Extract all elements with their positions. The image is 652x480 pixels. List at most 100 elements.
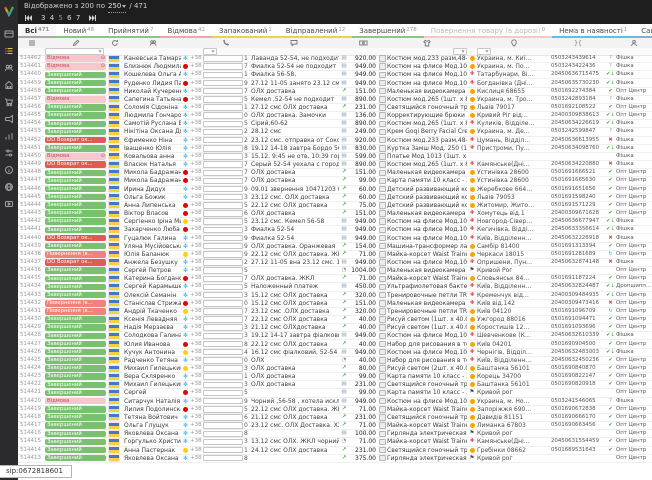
order-comment[interactable]: ОЛХ доставка <box>249 210 339 217</box>
phone-input[interactable] <box>203 439 243 446</box>
order-status-badge[interactable]: Завершений <box>45 210 106 217</box>
delivery-region[interactable]: Самбір 81400 <box>477 243 551 250</box>
delivery-region[interactable]: Київ, Відділенн… <box>477 357 551 364</box>
last-page-button[interactable] <box>88 14 97 22</box>
order-comment[interactable]: 21.12 смс ОЛХдоставка <box>249 324 339 331</box>
order-comment[interactable]: 16.12 смс фіалковий, 52-54 <box>249 349 339 356</box>
customer-name[interactable]: Вера Скляренко <box>124 373 181 380</box>
order-id[interactable]: 514437 <box>18 259 45 266</box>
phone-input[interactable] <box>203 96 243 103</box>
order-id[interactable]: 514418 <box>18 414 45 421</box>
order-id[interactable]: 514428 <box>18 332 45 339</box>
delivery-region[interactable]: Кривой рог <box>477 389 551 396</box>
order-id[interactable]: 514455 <box>18 112 45 119</box>
ttn-number[interactable]: 0503242893184 <box>551 96 605 103</box>
order-status-badge[interactable]: DO Возврат ок... <box>45 161 106 168</box>
order-row[interactable]: 514444 Завершений Анна Липенська +38 5 2… <box>18 202 652 210</box>
order-status-badge[interactable]: Відмова⊙ <box>45 63 106 70</box>
phone-input[interactable] <box>203 259 243 266</box>
order-id[interactable]: 514416 <box>18 430 45 437</box>
customer-name[interactable]: Анна Липенська <box>124 202 181 209</box>
order-status-badge[interactable]: Завершений <box>45 120 106 127</box>
order-comment[interactable]: 19.12 14-18 завтра Бордо 56-58 <box>249 145 339 152</box>
ttn-number[interactable]: 0501690822147 <box>551 373 605 380</box>
ttn-number[interactable]: 20450636677947 <box>551 218 605 225</box>
order-status-badge[interactable]: Завершений <box>45 194 106 201</box>
customer-name[interactable]: Михаил Гилецький <box>124 381 181 388</box>
delivery-region[interactable]: Корець 34700 <box>477 373 551 380</box>
product-name[interactable]: Костюм на флисе Мод.1014 (1ш… <box>387 71 467 78</box>
delivery-region[interactable]: Кривой Рог <box>477 267 551 274</box>
product-name[interactable]: Светящийся гоночный трек Ma… <box>387 104 467 111</box>
status-tab[interactable]: Самовивіз2 <box>634 24 652 38</box>
product-name[interactable]: Костюм на флисе Мод.1014 (1ш… <box>387 398 467 405</box>
order-status-badge[interactable]: Завершений <box>45 324 106 331</box>
ttn-number[interactable]: 0501689531643 <box>551 447 605 454</box>
order-status-badge[interactable]: Завершений <box>45 349 106 356</box>
order-id[interactable]: 514447 <box>18 177 45 184</box>
status-filter-select[interactable] <box>45 48 104 55</box>
ttn-number[interactable]: 0501690904500 <box>551 340 605 347</box>
phone-input[interactable] <box>203 455 243 462</box>
product-name[interactable]: Рисуй светом (1шт. х 40.00 = 40… <box>387 324 467 331</box>
order-row[interactable]: 514421 Завершений Сергей +38 5 ▤ 99.00 К… <box>18 389 652 397</box>
product-name[interactable]: Ультрафиолетовая бактерицид… <box>387 283 467 290</box>
page-size-select[interactable]: 250 <box>108 1 126 13</box>
delivery-region[interactable]: Новгород-Сівер… <box>477 218 551 225</box>
phone-input[interactable] <box>203 422 243 429</box>
order-comment[interactable]: 23.12 смс. отправка от Сокол… <box>249 137 339 144</box>
customer-name[interactable]: Сапегина Татьяна С… <box>124 96 181 103</box>
order-row[interactable]: 514424 Завершений Михаил Гилецький +38 3… <box>18 365 652 373</box>
order-comment[interactable] <box>249 455 339 462</box>
product-name[interactable]: Детский развивающий констру… <box>387 202 467 209</box>
order-status-badge[interactable]: Завершений <box>45 373 106 380</box>
product-name[interactable]: Куртка Замш Мод. 250 (1шт. х 8… <box>387 145 467 152</box>
delivery-region[interactable]: Кислиця 68655 <box>477 88 551 95</box>
customer-name[interactable]: Людмила Гончарова <box>124 112 181 119</box>
phone-input[interactable] <box>203 406 243 413</box>
customer-column-header[interactable] <box>124 38 181 48</box>
order-comment[interactable]: ОЛХ доставка <box>249 373 339 380</box>
phone-input[interactable] <box>203 284 243 291</box>
product-name[interactable]: Гирлянда электрическая (100 л… <box>387 430 467 437</box>
customer-name[interactable]: Руденко Лидия Пав… <box>124 79 181 86</box>
order-row[interactable]: 514457 Відмова Сапегина Татьяна С… +38 5… <box>18 96 652 104</box>
ttn-number[interactable]: 0501691666521 <box>551 169 605 176</box>
ttn-number[interactable]: 20450635730230 <box>551 79 605 86</box>
order-id[interactable]: 514423 <box>18 373 45 380</box>
order-id[interactable]: 514415 <box>18 438 45 445</box>
phone-column-header[interactable] <box>203 38 249 48</box>
product-name[interactable]: Платье Мод 1013 (1шт. х 599.00… <box>387 153 467 160</box>
customer-name[interactable]: Каневська Тамара … <box>124 55 181 62</box>
delivery-region[interactable]: Кривой рог <box>477 455 551 462</box>
order-status-badge[interactable]: Завершений <box>45 455 106 462</box>
phone-input[interactable] <box>203 80 243 87</box>
delivery-region[interactable]: Гребінки 08662 <box>477 447 551 454</box>
ttn-number[interactable]: 20450631554459 <box>551 438 605 445</box>
order-id[interactable]: 514424 <box>18 365 45 372</box>
order-comment[interactable]: ОЛХ доставка. Оранжевая <box>249 243 339 250</box>
order-id[interactable]: 514417 <box>18 422 45 429</box>
order-id[interactable]: 514459 <box>18 79 45 86</box>
id-column-header[interactable] <box>18 38 45 48</box>
order-row[interactable]: 514433 Завершений Олексій Семанін ✻ +38 … <box>18 292 652 300</box>
order-id[interactable]: 514433 <box>18 292 45 299</box>
ttn-number[interactable]: 20450634220880 <box>551 161 605 168</box>
delivery-region[interactable]: Словьянськ 84… <box>477 275 551 282</box>
product-name[interactable]: Маленькая видеокамера SQ8 *… <box>387 300 467 307</box>
customer-name[interactable]: Ирина Дидух <box>124 186 181 193</box>
delivery-region[interactable]: Житомир, Жито… <box>477 202 551 209</box>
delivery-region[interactable]: Лиманка 67803 <box>477 422 551 429</box>
ttn-number[interactable]: 0501692108522 <box>551 104 605 111</box>
customer-name[interactable]: Микола Бадражан <box>124 169 181 176</box>
order-status-badge[interactable]: Завершений <box>45 430 106 437</box>
order-row[interactable]: 514461 Відмова⊙ Близнюк Людмила … +38 7 … <box>18 63 652 71</box>
order-row[interactable]: 514460 Завершений Кошелева Ольга Ар… ✻ +… <box>18 71 652 79</box>
ttn-number[interactable]: 0501690666170 <box>551 414 605 421</box>
product-name[interactable]: Майка-корсет Waist Trainer *142… <box>387 438 467 445</box>
page-number-7[interactable]: 7 <box>75 14 81 22</box>
product-name[interactable]: Маленькая видеокамера SQ8 *… <box>387 88 467 95</box>
ttn-number[interactable]: 20400309484935 <box>551 292 605 299</box>
delivery-region[interactable]: Жеребкове 664… <box>477 186 551 193</box>
order-status-badge[interactable]: Повернення (в… <box>45 300 106 307</box>
